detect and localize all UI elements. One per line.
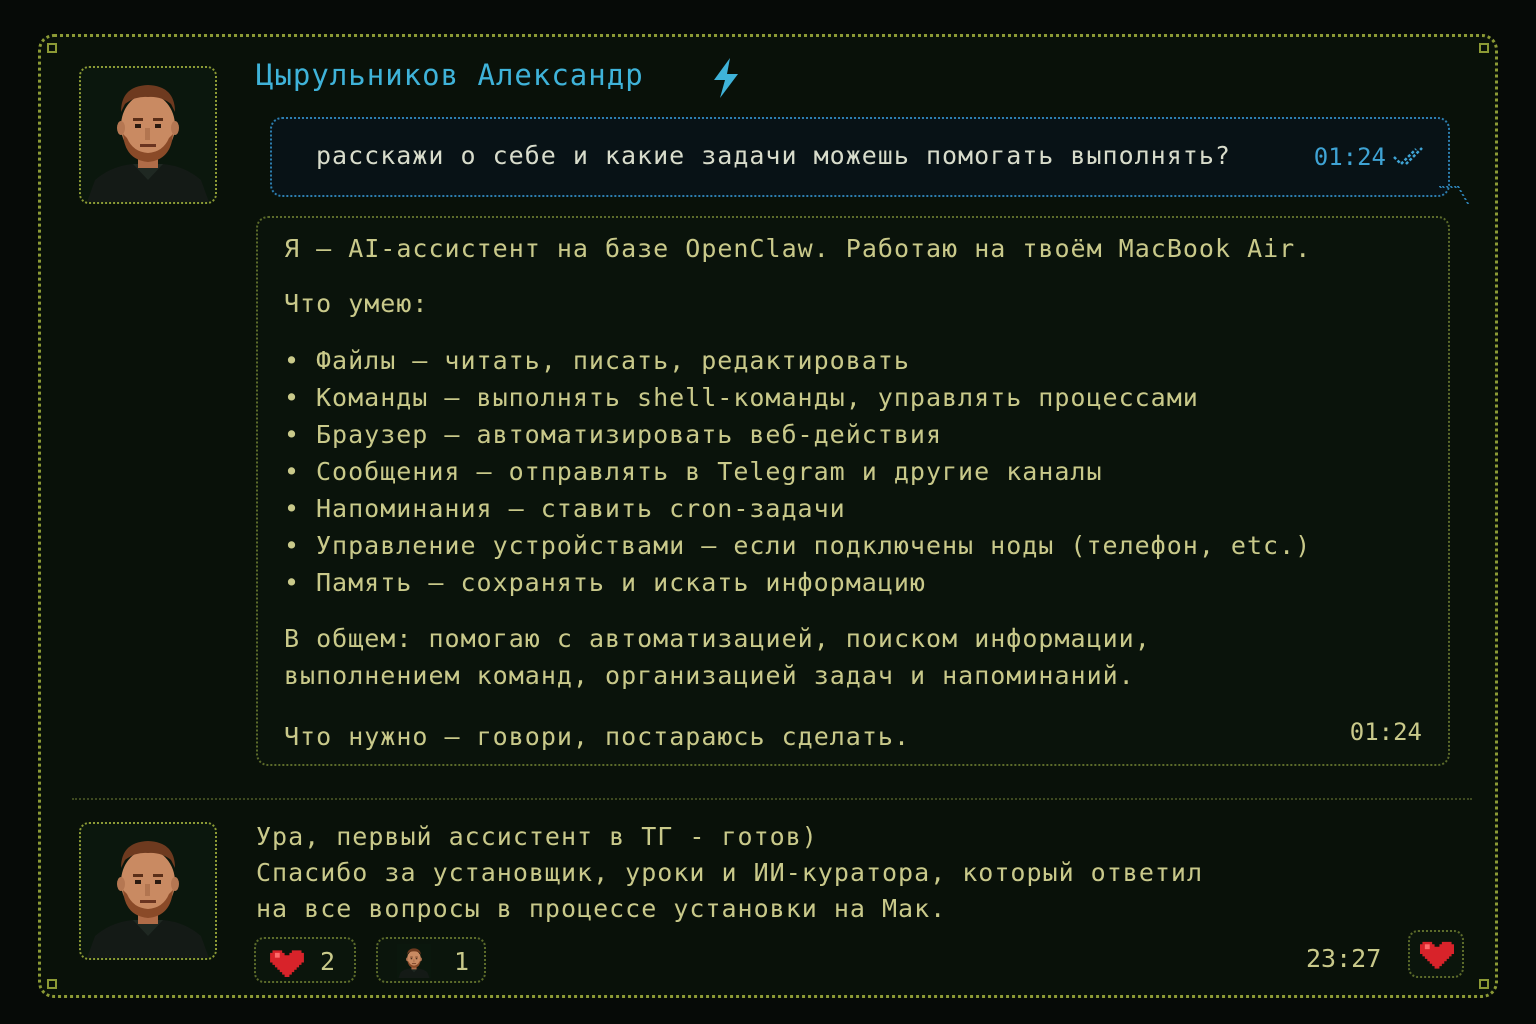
bullet-icon: •	[284, 494, 301, 523]
bullet-icon: •	[284, 531, 301, 560]
post-time: 23:27	[1306, 944, 1382, 973]
answer-summary-line: В общем: помогаю с автоматизацией, поиск…	[284, 624, 1151, 653]
post-text-line: Спасибо за установщик, уроки и ИИ-курато…	[256, 858, 1204, 887]
skills-heading: Что умею:	[284, 289, 429, 318]
skill-text: Память — сохранять и искать информацию	[316, 568, 926, 597]
answer-summary-line: выполнением команд, организацией задач и…	[284, 661, 1135, 690]
frame-corner-marker	[1479, 979, 1489, 989]
double-check-icon	[1392, 145, 1430, 173]
skill-text: Браузер — автоматизировать веб-действия	[316, 420, 942, 449]
frame-corner-marker	[1479, 43, 1489, 53]
answer-time: 01:24	[1349, 718, 1422, 746]
skills-list: • Файлы — читать, писать, редактировать •…	[284, 342, 1311, 601]
lightning-icon	[708, 56, 744, 104]
bullet-icon: •	[284, 457, 301, 486]
bullet-icon: •	[284, 383, 301, 412]
list-item: • Сообщения — отправлять в Telegram и дру…	[284, 453, 1311, 490]
question-bubble[interactable]: расскажи о себе и какие задачи можешь по…	[270, 117, 1450, 197]
bullet-icon: •	[284, 568, 301, 597]
heart-icon	[270, 948, 304, 981]
reaction-count: 2	[320, 947, 336, 976]
frame-corner-marker	[47, 43, 57, 53]
post-text-line: на все вопросы в процессе установки на М…	[256, 894, 947, 923]
list-item: • Напоминания — ставить cron-задачи	[284, 490, 1311, 527]
answer-message[interactable]: Я — AI-ассистент на базе OpenClaw. Работ…	[256, 216, 1450, 766]
reaction-heart-button[interactable]: 2	[254, 937, 356, 983]
avatar-icon	[396, 943, 432, 983]
post-text-line: Ура, первый ассистент в ТГ - готов)	[256, 822, 818, 851]
heart-icon	[1420, 939, 1454, 973]
sender-avatar[interactable]	[79, 822, 217, 960]
skill-text: Файлы — читать, писать, редактировать	[316, 346, 910, 375]
reaction-avatar-button[interactable]: 1	[376, 937, 486, 983]
message-divider	[72, 798, 1472, 800]
skill-text: Управление устройствами — если подключен…	[316, 531, 1312, 560]
list-item: • Команды — выполнять shell-команды, упра…	[284, 379, 1311, 416]
answer-closing: Что нужно — говори, постараюсь сделать.	[284, 722, 910, 751]
skill-text: Сообщения — отправлять в Telegram и друг…	[316, 457, 1103, 486]
bullet-icon: •	[284, 420, 301, 449]
skill-text: Команды — выполнять shell-команды, управ…	[316, 383, 1199, 412]
list-item: • Браузер — автоматизировать веб-действия	[284, 416, 1311, 453]
sender-avatar[interactable]	[79, 66, 217, 204]
list-item: • Файлы — читать, писать, редактировать	[284, 342, 1311, 379]
question-text: расскажи о себе и какие задачи можешь по…	[316, 141, 1231, 170]
bullet-icon: •	[284, 346, 301, 375]
frame-corner-marker	[47, 979, 57, 989]
skill-text: Напоминания — ставить cron-задачи	[316, 494, 846, 523]
question-time: 01:24	[1313, 143, 1386, 171]
list-item: • Управление устройствами — если подключе…	[284, 527, 1311, 564]
list-item: • Память — сохранять и искать информацию	[284, 564, 1311, 601]
like-button[interactable]	[1408, 930, 1464, 978]
sender-name[interactable]: Цырульников Александр	[256, 58, 644, 92]
answer-intro: Я — AI-ассистент на базе OpenClaw. Работ…	[284, 234, 1312, 263]
reaction-count: 1	[454, 947, 470, 976]
